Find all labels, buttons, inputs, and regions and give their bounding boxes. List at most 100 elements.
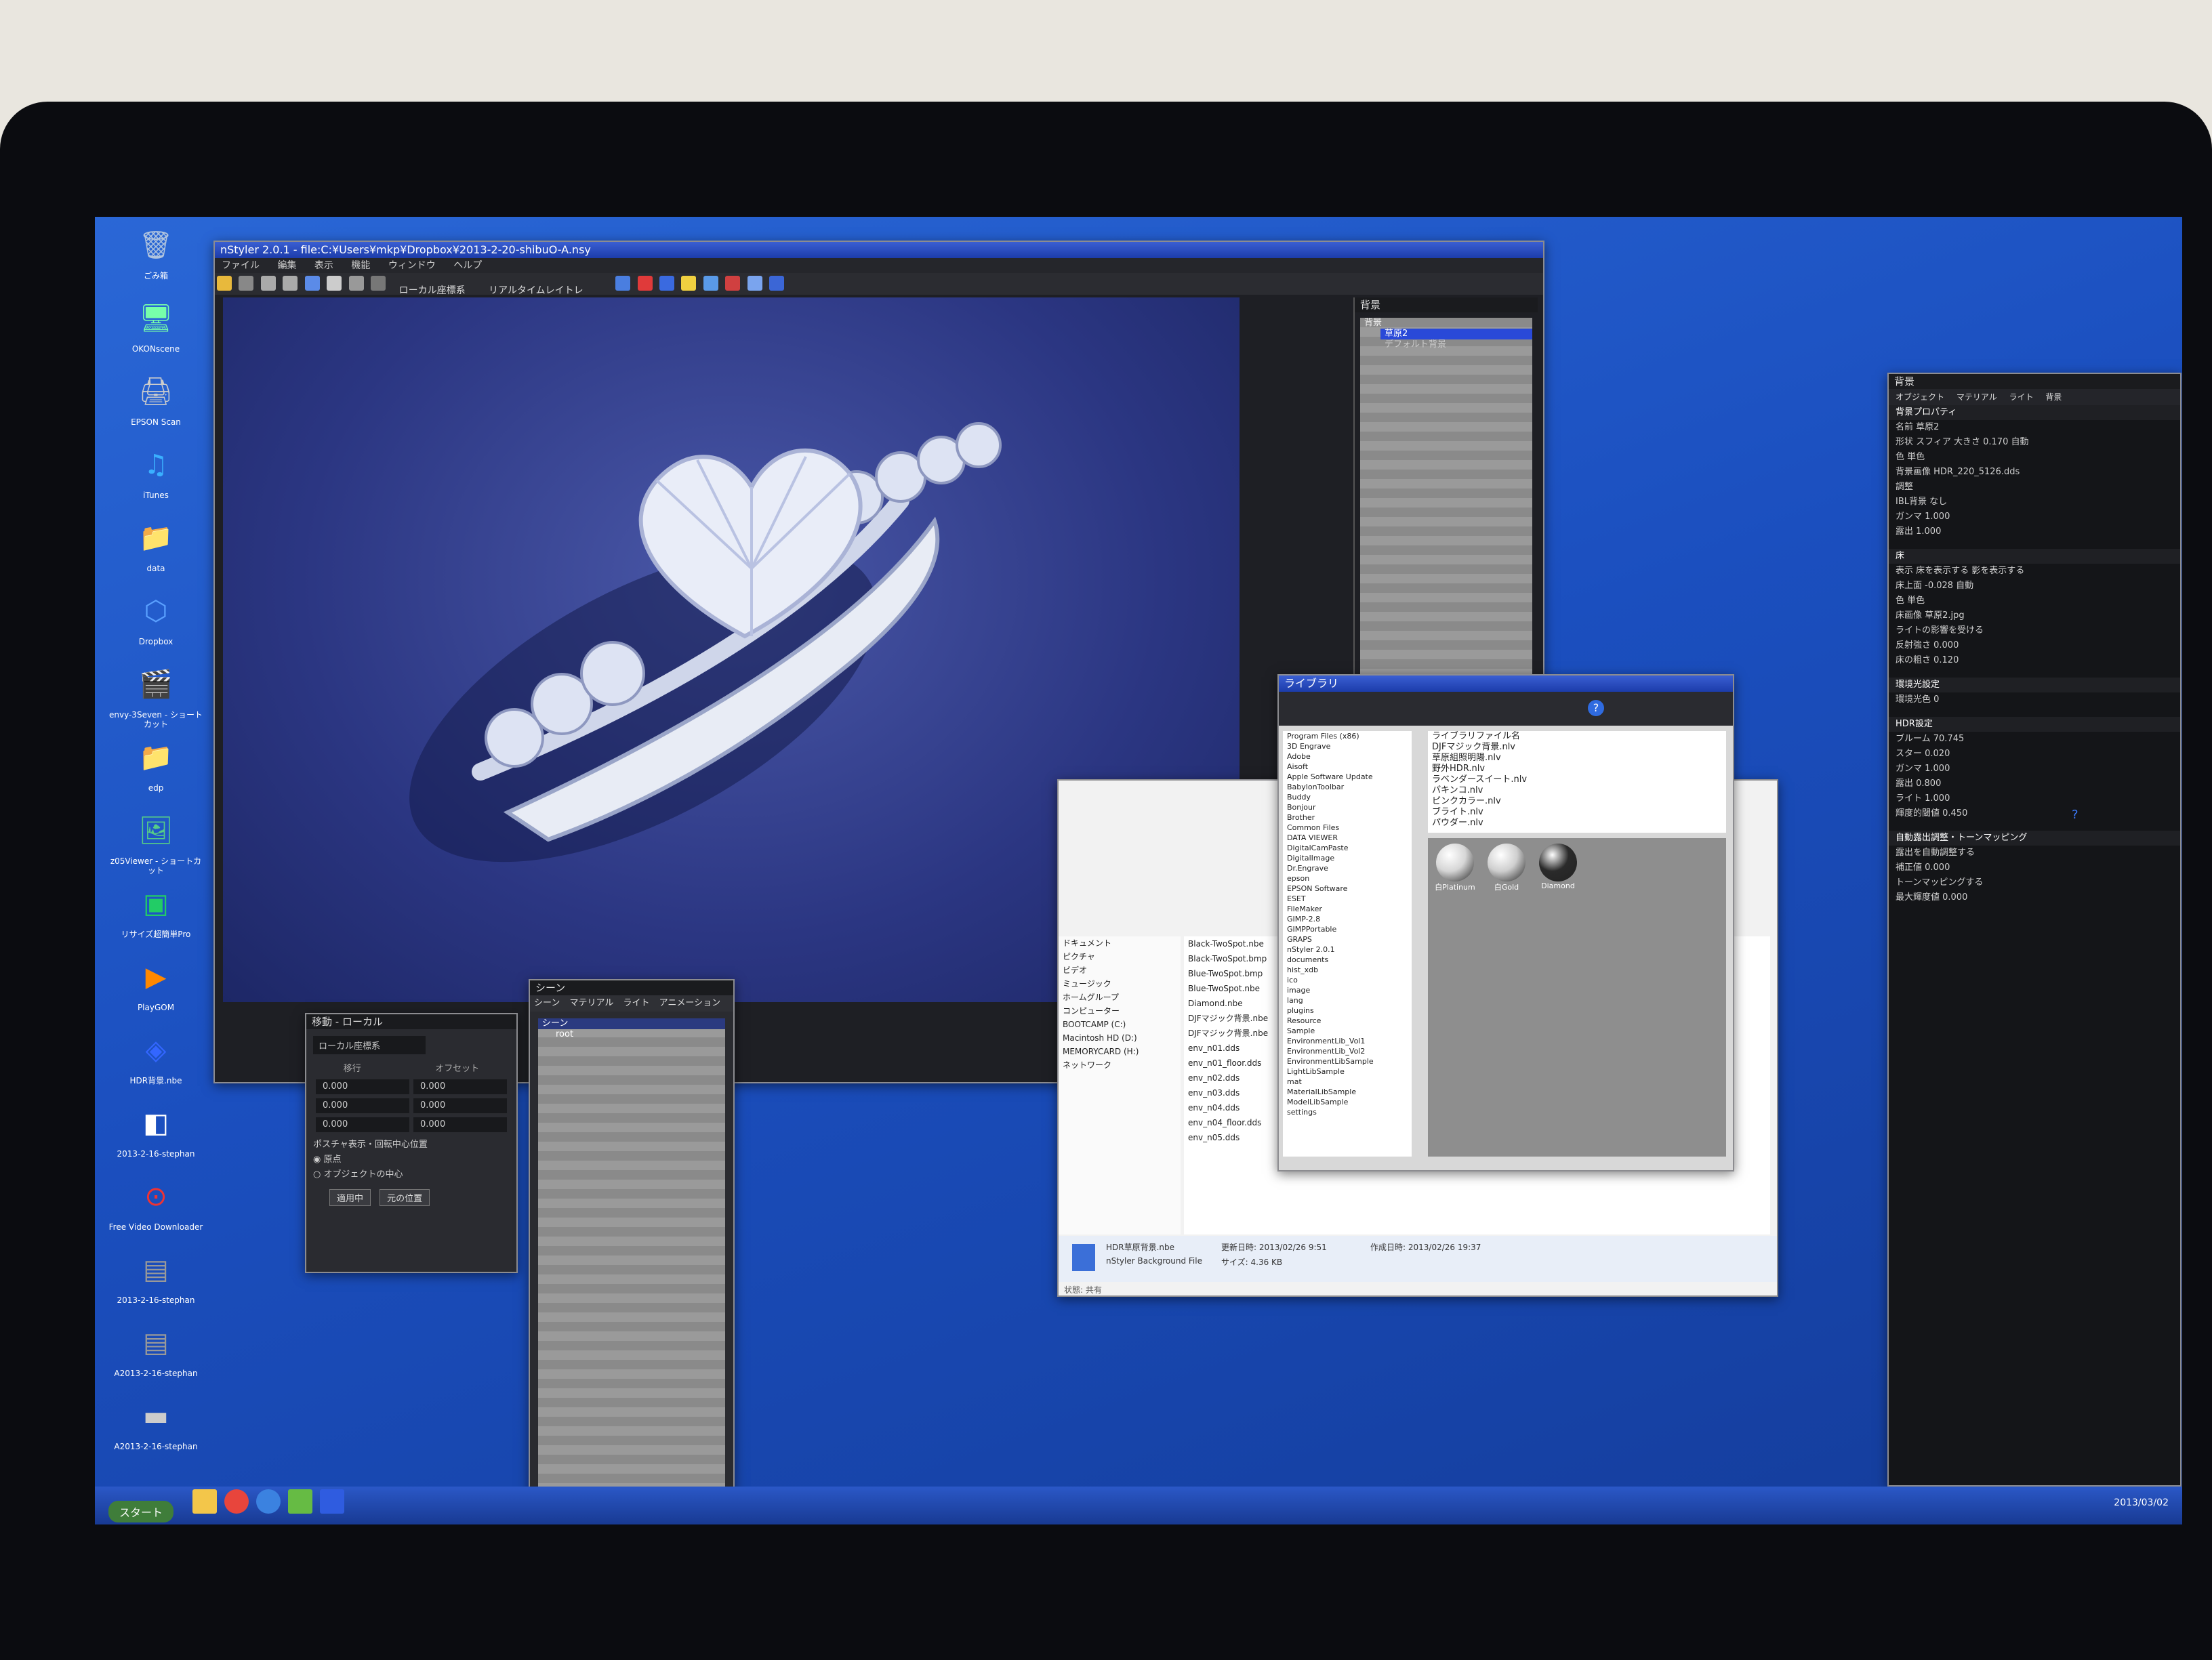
layout-icon[interactable] (615, 276, 631, 291)
folder-item[interactable]: FileMaker (1283, 904, 1412, 914)
folder-item[interactable]: 3D Engrave (1283, 741, 1412, 751)
folder-item[interactable]: Buddy (1283, 792, 1412, 802)
tree-item-scene[interactable]: シーン (538, 1018, 725, 1029)
camera-icon[interactable] (371, 276, 386, 291)
value-field[interactable]: 0.000 (316, 1098, 409, 1113)
blue-sphere-icon[interactable] (659, 276, 675, 291)
list-item[interactable]: デフォルト背景 (1380, 339, 1532, 350)
desktop-icon[interactable]: 📁 data (108, 516, 203, 573)
folder-item[interactable]: GIMP-2.8 (1283, 914, 1412, 924)
folder-item[interactable]: LightLibSample (1283, 1066, 1412, 1077)
folder-item[interactable]: Program Files (x86) (1283, 731, 1412, 741)
material-tile[interactable]: 白Gold (1485, 844, 1528, 892)
nav-item[interactable]: ドキュメント (1059, 936, 1181, 950)
desktop-icon[interactable]: ▶ PlayGOM (108, 955, 203, 1012)
script-icon[interactable] (769, 276, 785, 291)
folder-item[interactable]: epson (1283, 873, 1412, 884)
property-row[interactable]: ライト 1.000 (1889, 791, 2180, 806)
app-icon[interactable] (288, 1489, 313, 1514)
red-light-icon[interactable] (637, 276, 653, 291)
desktop-icon[interactable]: ▣ リサイズ超簡単Pro (108, 882, 203, 939)
value-field[interactable]: 0.000 (316, 1079, 409, 1094)
tab-background[interactable]: 背景 (2045, 392, 2062, 402)
folder-item[interactable]: image (1283, 985, 1412, 995)
help-icon[interactable]: ? (2072, 808, 2078, 822)
tab-object[interactable]: オブジェクト (1896, 392, 1944, 402)
render-mode-label[interactable]: リアルタイムレイトレ (489, 285, 583, 295)
folder-item[interactable]: EnvironmentLibSample (1283, 1056, 1412, 1066)
library-file-item[interactable]: パウダー.nlv (1428, 818, 1726, 829)
property-row[interactable]: 補正値 0.000 (1889, 860, 2180, 875)
library-file-item[interactable]: DJFマジック背景.nlv (1428, 742, 1726, 753)
desktop-icon[interactable]: 🖨 EPSON Scan (108, 370, 203, 427)
library-window[interactable]: ライブラリ ? Program Files (x86) 3D Engrave Ado… (1277, 674, 1734, 1171)
desktop-icon[interactable]: ▬ A2013-2-16-stephan (108, 1394, 203, 1451)
nav-item[interactable]: ピクチャ (1059, 950, 1181, 963)
desktop-icon[interactable]: ⊙ Free Video Downloader (108, 1175, 203, 1232)
property-row[interactable]: IBL背景 なし (1889, 495, 2180, 510)
property-row[interactable]: トーンマッピングする (1889, 875, 2180, 890)
folder-item[interactable]: Sample (1283, 1026, 1412, 1036)
folder-item[interactable]: MaterialLibSample (1283, 1087, 1412, 1097)
desktop-icon[interactable]: 📁 edp (108, 736, 203, 793)
property-row[interactable]: 色 単色 (1889, 450, 2180, 465)
folder-item[interactable]: Aisoft (1283, 762, 1412, 772)
folder-item[interactable]: DigitalImage (1283, 853, 1412, 863)
folder-item[interactable]: BabylonToolbar (1283, 782, 1412, 792)
library-file-item[interactable]: パキンコ.nlv (1428, 785, 1726, 796)
folder-item[interactable]: EnvironmentLib_Vol1 (1283, 1036, 1412, 1046)
menu-view[interactable]: 表示 (314, 260, 333, 271)
property-row[interactable]: 輝度的閾値 0.450 (1889, 806, 2180, 821)
properties-panel[interactable]: 背景 オブジェクト マテリアル ライト 背景 背景プロパティ 名前 草原2 形状 … (1887, 373, 2182, 1487)
menu-function[interactable]: 機能 (351, 260, 370, 271)
desktop-icon[interactable]: ◧ 2013-2-16-stephan (108, 1102, 203, 1159)
library-file-item[interactable]: ラベンダースイート.nlv (1428, 774, 1726, 785)
reset-position-button[interactable]: 元の位置 (380, 1189, 430, 1206)
desktop-icon[interactable]: ♫ iTunes (108, 443, 203, 500)
property-row[interactable]: 表示 床を表示する 影を表示する (1889, 564, 2180, 579)
library-file-item[interactable]: 草原組照明陽.nlv (1428, 753, 1726, 764)
folder-item[interactable]: mat (1283, 1077, 1412, 1087)
nav-item[interactable]: ビデオ (1059, 963, 1181, 977)
folder-item[interactable]: lang (1283, 995, 1412, 1005)
property-row[interactable]: ブルーム 70.745 (1889, 732, 2180, 747)
material-tile[interactable]: Diamond (1536, 844, 1580, 892)
folder-item[interactable]: Common Files (1283, 823, 1412, 833)
property-row[interactable]: ガンマ 1.000 (1889, 510, 2180, 524)
property-row[interactable]: 露出を自動調整する (1889, 846, 2180, 860)
folder-item[interactable]: Adobe (1283, 751, 1412, 762)
value-field[interactable]: 0.000 (413, 1117, 507, 1132)
monitor-icon[interactable] (747, 276, 762, 291)
material-tile[interactable]: 白Platinum (1433, 844, 1477, 892)
desktop-icon[interactable]: ▤ 2013-2-16-stephan (108, 1248, 203, 1305)
property-row[interactable]: 色 単色 (1889, 594, 2180, 608)
property-row[interactable]: 反射強さ 0.000 (1889, 638, 2180, 653)
folder-item[interactable]: EnvironmentLib_Vol2 (1283, 1046, 1412, 1056)
tab-scene[interactable]: シーン (534, 998, 560, 1008)
folder-item[interactable]: hist_xdb (1283, 965, 1412, 975)
property-row[interactable]: 形状 スフィア 大きさ 0.170 自動 (1889, 435, 2180, 450)
scene-panel[interactable]: シーン シーン マテリアル ライト アニメーション シーン root (529, 979, 735, 1524)
menu-window[interactable]: ウィンドウ (388, 260, 436, 271)
desktop-icon[interactable]: 🗑 ごみ箱 (108, 224, 203, 281)
tab-material[interactable]: マテリアル (1957, 392, 1997, 402)
redo-icon[interactable] (283, 276, 298, 291)
folder-item[interactable]: GRAPS (1283, 934, 1412, 945)
radio-origin[interactable]: ◉ 原点 (306, 1153, 516, 1167)
property-row[interactable]: 露出 1.000 (1889, 524, 2180, 539)
folder-item[interactable]: plugins (1283, 1005, 1412, 1016)
menu-file[interactable]: ファイル (222, 260, 260, 271)
desktop-icon[interactable]: ▤ A2013-2-16-stephan (108, 1321, 203, 1378)
property-row[interactable]: 床上面 -0.028 自動 (1889, 579, 2180, 594)
library-file-item[interactable]: ブライト.nlv (1428, 807, 1726, 818)
start-button[interactable]: スタート (108, 1501, 174, 1522)
nstyler-icon[interactable] (320, 1489, 345, 1514)
nav-item[interactable]: ミュージック (1059, 977, 1181, 991)
library-file-item[interactable]: ライブラリファイル名 (1428, 731, 1726, 742)
desktop-icon[interactable]: 🖥 OKONscene (108, 297, 203, 354)
desktop-icon[interactable]: 🖼 z05Viewer - ショートカット (108, 809, 203, 875)
nav-item[interactable]: MEMORYCARD (H:) (1059, 1045, 1181, 1058)
nav-item[interactable]: ネットワーク (1059, 1058, 1181, 1072)
property-row[interactable]: 最大輝度値 0.000 (1889, 890, 2180, 905)
cube-icon[interactable] (703, 276, 718, 291)
